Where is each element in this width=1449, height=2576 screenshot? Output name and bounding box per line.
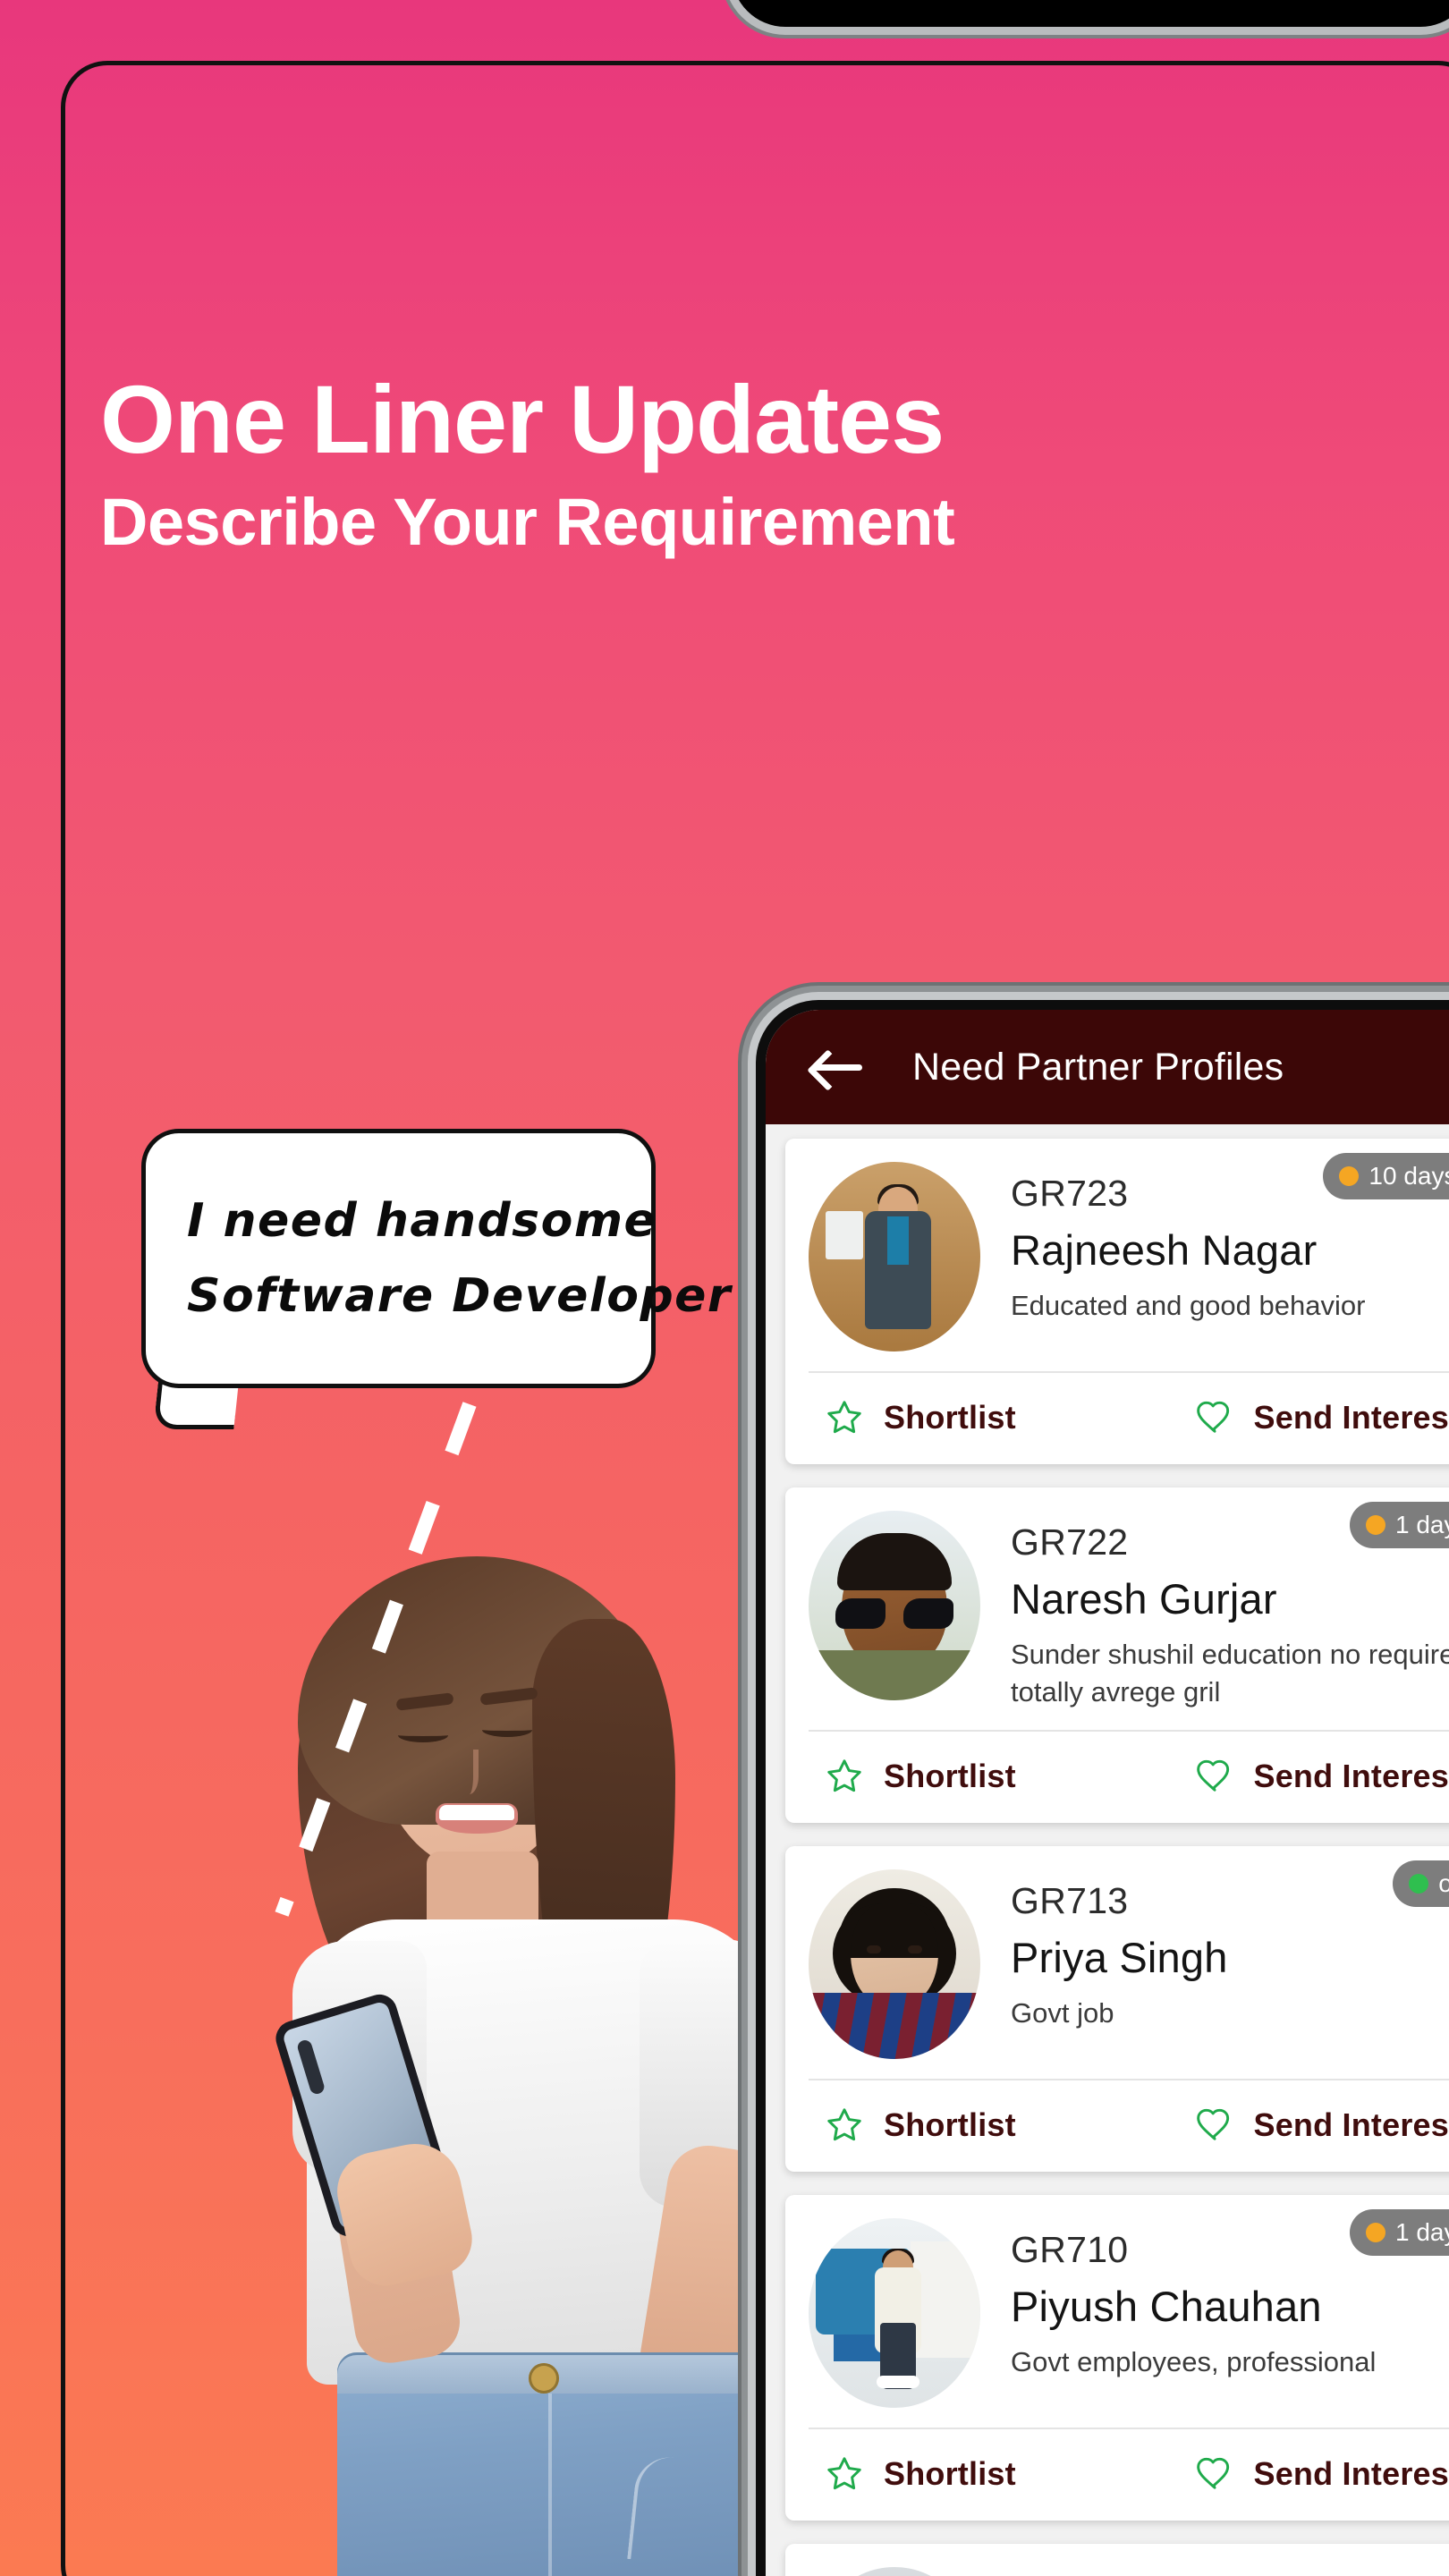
status-dot-icon	[1409, 1874, 1429, 1894]
card-actions: Shortlist Send Interest	[785, 2429, 1449, 2521]
shortlist-label: Shortlist	[884, 2455, 1016, 2493]
profile-info: GR713 Priya Singh Govt job	[980, 1869, 1449, 2059]
heart-outline-icon	[1196, 1759, 1229, 1792]
avatar	[809, 2567, 980, 2576]
card-actions: Shortlist Send Interest	[785, 2080, 1449, 2172]
card-actions: Shortlist Send Interest	[785, 1373, 1449, 1464]
status-badge: online	[1393, 1860, 1449, 1908]
shortlist-button[interactable]: Shortlist	[785, 2454, 1156, 2494]
send-interest-label: Send Interest	[1253, 1758, 1449, 1795]
heart-outline-icon	[1196, 2108, 1229, 2140]
card-actions: Shortlist Send Interest	[785, 1732, 1449, 1823]
app-phone-mockup: Need Partner Profiles GR723 Rajneesh Nag…	[756, 1000, 1449, 2576]
profile-card-header: GR723 Rajneesh Nagar Educated and good b…	[785, 1139, 1449, 1371]
star-outline-icon	[827, 2457, 861, 2490]
profile-description: Govt employees, professional	[1011, 2346, 1377, 2378]
heart-outline-icon	[1196, 2457, 1229, 2489]
status-text: 1 day ago	[1395, 2218, 1449, 2247]
shortlist-label: Shortlist	[884, 1758, 1016, 1795]
profile-id: GR713	[1011, 1880, 1129, 1922]
send-interest-button[interactable]: Send Interest	[1156, 2106, 1449, 2145]
avatar	[809, 2218, 980, 2409]
shortlist-button[interactable]: Shortlist	[785, 1757, 1156, 1796]
profile-description: Sunder shushil education no required tot…	[1011, 1639, 1449, 1707]
page-title: Need Partner Profiles	[912, 1045, 1284, 1089]
profile-name: Piyush Chauhan	[1011, 2283, 1322, 2331]
headline-line-1: One Liner Updates	[100, 365, 945, 473]
send-interest-label: Send Interest	[1253, 1399, 1449, 1436]
send-interest-button[interactable]: Send Interest	[1156, 1398, 1449, 1437]
headline-line-2: Describe Your Requirement	[100, 485, 955, 560]
avatar	[809, 1511, 980, 1700]
shortlist-button[interactable]: Shortlist	[785, 1398, 1156, 1437]
star-outline-icon	[827, 1401, 861, 1434]
profile-card-header: GR710 Piyush Chauhan Govt employees, pro…	[785, 2195, 1449, 2428]
poster-headline: One Liner Updates Describe Your Requirem…	[100, 369, 1370, 560]
star-outline-icon	[827, 2108, 861, 2141]
profile-card[interactable]: GR722 Naresh Gurjar Sunder shushil educa…	[785, 1487, 1449, 1824]
send-interest-label: Send Interest	[1253, 2106, 1449, 2144]
shortlist-label: Shortlist	[884, 2106, 1016, 2144]
status-dot-icon	[1339, 1166, 1360, 1186]
dashed-pointer-line	[275, 1402, 477, 1917]
status-badge: 1 day ago	[1350, 1502, 1449, 1548]
status-dot-icon	[1366, 2223, 1385, 2243]
avatar	[809, 1162, 980, 1352]
speech-bubble-line-1: I need handsome	[187, 1193, 657, 1248]
profile-card[interactable]: GR713 Priya Singh Govt job online	[785, 1846, 1449, 2173]
profile-card[interactable]: GR710 Piyush Chauhan Govt employees, pro…	[785, 2195, 1449, 2521]
profile-card[interactable]	[785, 2544, 1449, 2576]
profile-name: Naresh Gurjar	[1011, 1575, 1277, 1623]
shortlist-label: Shortlist	[884, 1399, 1016, 1436]
profile-card-header: GR713 Priya Singh Govt job online	[785, 1846, 1449, 2079]
speech-bubble-line-2: Software Developer	[187, 1269, 733, 1323]
avatar	[809, 1869, 980, 2060]
status-badge: 1 day ago	[1350, 2209, 1449, 2257]
status-badge: 10 days ago	[1323, 1153, 1449, 1199]
send-interest-button[interactable]: Send Interest	[1156, 2454, 1449, 2494]
profile-card[interactable]: GR723 Rajneesh Nagar Educated and good b…	[785, 1139, 1449, 1464]
shortlist-button[interactable]: Shortlist	[785, 2106, 1156, 2145]
profile-name: Priya Singh	[1011, 1934, 1228, 1982]
heart-outline-icon	[1196, 1401, 1229, 1433]
app-bar: Need Partner Profiles	[766, 1010, 1449, 1124]
status-text: 10 days ago	[1368, 1162, 1449, 1190]
profile-info	[980, 2567, 1449, 2576]
star-outline-icon	[827, 1759, 861, 1792]
status-dot-icon	[1366, 1515, 1385, 1535]
top-phone-mockup	[732, 0, 1449, 27]
profile-description: Educated and good behavior	[1011, 1290, 1366, 1321]
profile-card-header	[785, 2544, 1449, 2576]
profile-description: Govt job	[1011, 1997, 1114, 2029]
profile-name: Rajneesh Nagar	[1011, 1226, 1318, 1274]
status-text: online	[1438, 1869, 1449, 1898]
speech-bubble: I need handsome Software Developer	[141, 1129, 733, 1388]
back-arrow-icon[interactable]	[812, 1048, 862, 1086]
send-interest-label: Send Interest	[1253, 2455, 1449, 2493]
profile-card-header: GR722 Naresh Gurjar Sunder shushil educa…	[785, 1487, 1449, 1730]
profile-list[interactable]: GR723 Rajneesh Nagar Educated and good b…	[766, 1124, 1449, 2576]
status-text: 1 day ago	[1395, 1511, 1449, 1538]
send-interest-button[interactable]: Send Interest	[1156, 1757, 1449, 1796]
app-screen: Need Partner Profiles GR723 Rajneesh Nag…	[766, 1010, 1449, 2576]
